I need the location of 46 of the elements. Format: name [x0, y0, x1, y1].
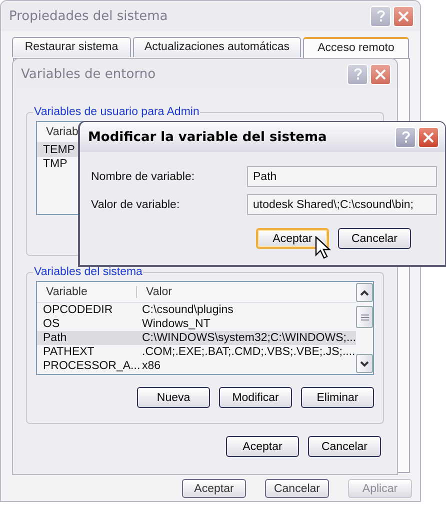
- close-icon: [375, 68, 386, 80]
- column-header[interactable]: Valor: [137, 286, 172, 298]
- field-label: Valor de variable:: [91, 198, 181, 210]
- group-title: Variables de usuario para Admin: [33, 106, 200, 118]
- close-icon: [423, 132, 434, 142]
- close-button[interactable]: [418, 126, 439, 148]
- table-cell-text: Path: [43, 331, 68, 345]
- table-cell-text: OPCODEDIR: [43, 303, 114, 317]
- table-cell: .COM;.EXE;.BAT;.CMD;.VBS;.VBE;.JS;....: [142, 345, 356, 359]
- list-row[interactable]: OS Windows_NT: [37, 317, 356, 331]
- close-icon: [398, 10, 409, 22]
- window-title: Variables de entorno: [21, 66, 157, 82]
- help-icon: [376, 10, 386, 22]
- table-cell-text: PROCESSOR_A...: [43, 359, 142, 373]
- input-field[interactable]: utodesk Shared\;C:\csound\bin;: [247, 194, 437, 215]
- table-cell: Windows_NT: [142, 317, 210, 331]
- list-row[interactable]: TMP: [37, 157, 70, 171]
- field-label: Nombre de variable:: [91, 170, 196, 182]
- list-row[interactable]: PATHEXT .COM;.EXE;.BAT;.CMD;.VBS;.VBE;.JS;....: [37, 345, 356, 359]
- help-button[interactable]: [395, 126, 416, 148]
- group-title: Variables del sistema: [33, 266, 144, 278]
- button[interactable]: Aceptar: [256, 228, 329, 249]
- table-cell-text: PATHEXT: [43, 345, 96, 359]
- scroll-up-button[interactable]: [356, 283, 374, 302]
- button[interactable]: Cancelar: [338, 228, 411, 249]
- table-cell-text: OS: [43, 317, 61, 331]
- list-row[interactable]: OPCODEDIR C:\csound\plugins: [37, 303, 356, 317]
- list-row[interactable]: TEMP: [37, 143, 78, 157]
- list-row[interactable]: Path C:\WINDOWS\system32;C:\WINDOWS;...: [37, 331, 356, 345]
- input-field[interactable]: Path: [247, 166, 437, 187]
- window-title: Propiedades del sistema: [9, 8, 169, 24]
- column-header[interactable]: Variable: [37, 286, 137, 298]
- scroll-down-button[interactable]: [356, 354, 374, 373]
- grip-icon: [360, 314, 369, 320]
- column-header[interactable]: Variab: [37, 126, 78, 138]
- window-title: Modificar la variable del sistema: [88, 130, 328, 144]
- scroll-thumb[interactable]: [356, 306, 374, 328]
- scrollbar[interactable]: [356, 282, 374, 374]
- table-cell: C:\csound\plugins: [142, 303, 234, 317]
- caret-up-icon: [360, 290, 370, 296]
- table-cell: C:\WINDOWS\system32;C:\WINDOWS;...: [142, 331, 356, 345]
- table-cell: x86: [142, 359, 161, 373]
- help-icon: [352, 68, 362, 80]
- help-icon: [400, 131, 410, 143]
- list-row[interactable]: PROCESSOR_A... x86: [37, 359, 356, 373]
- caret-down-icon: [360, 360, 370, 366]
